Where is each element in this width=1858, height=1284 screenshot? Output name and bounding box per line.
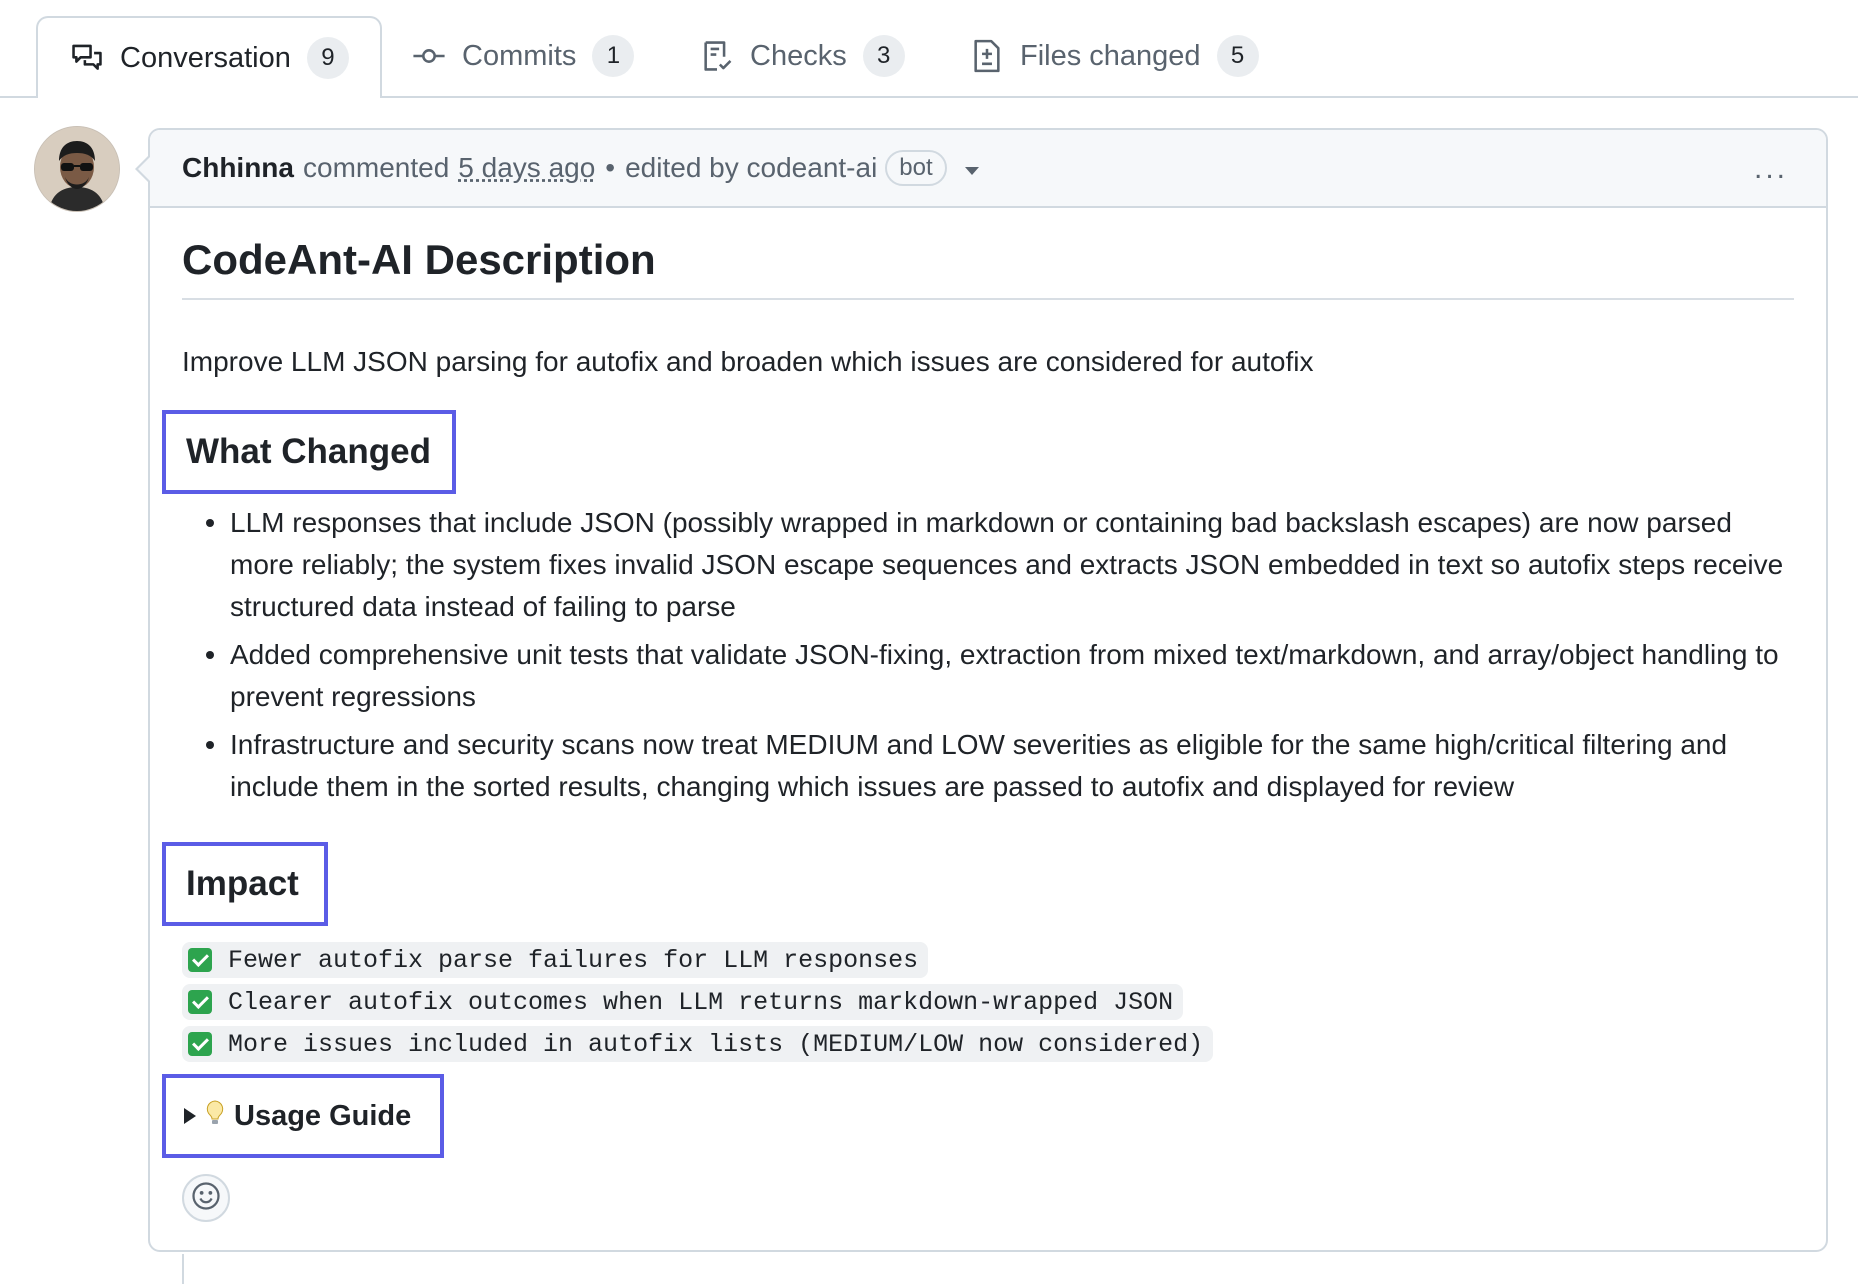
edit-history-dropdown[interactable] bbox=[964, 167, 979, 175]
check-mark-icon bbox=[188, 990, 212, 1014]
heading-text: What Changed bbox=[186, 432, 431, 471]
tab-label: Commits bbox=[462, 39, 577, 72]
comment-options-menu[interactable]: ... bbox=[1754, 152, 1788, 186]
tab-label: Checks bbox=[750, 39, 847, 72]
check-mark-icon bbox=[188, 1032, 212, 1056]
avatar[interactable] bbox=[34, 126, 120, 212]
pr-tab-bar: Conversation 9 Commits 1 Checks 3 Files … bbox=[0, 0, 1858, 98]
tab-label: Conversation bbox=[120, 41, 291, 74]
impact-item: Clearer autofix outcomes when LLM return… bbox=[182, 984, 1184, 1020]
bot-label: bot bbox=[885, 150, 947, 186]
impact-item: More issues included in autofix lists (M… bbox=[182, 1026, 1214, 1062]
impact-text: More issues included in autofix lists (M… bbox=[228, 1029, 1204, 1059]
tab-conversation[interactable]: Conversation 9 bbox=[36, 16, 382, 98]
list-item: LLM responses that include JSON (possibl… bbox=[182, 502, 1802, 628]
pr-comment: Chhinna commented 5 days ago • edited by… bbox=[135, 128, 1828, 1252]
add-reaction-button[interactable] bbox=[182, 1174, 230, 1222]
comment-action: commented bbox=[303, 152, 450, 183]
tab-counter: 5 bbox=[1216, 35, 1259, 77]
git-commit-icon bbox=[412, 39, 446, 73]
checklist-icon bbox=[700, 39, 734, 73]
edited-by[interactable]: edited by codeant-ai bbox=[625, 152, 877, 184]
comment-discussion-icon bbox=[70, 41, 104, 75]
description-title: CodeAnt-AI Description bbox=[182, 236, 1794, 300]
tab-files-changed[interactable]: Files changed 5 bbox=[970, 16, 1259, 96]
lightbulb-icon bbox=[206, 1099, 224, 1133]
impact-heading: Impact bbox=[162, 842, 328, 926]
what-changed-heading: What Changed bbox=[162, 410, 456, 494]
tab-counter: 9 bbox=[306, 37, 349, 79]
smiley-icon bbox=[191, 1181, 221, 1216]
tab-counter: 1 bbox=[592, 35, 635, 77]
usage-guide-label: Usage Guide bbox=[234, 1099, 412, 1132]
tab-checks[interactable]: Checks 3 bbox=[700, 16, 905, 96]
impact-text: Clearer autofix outcomes when LLM return… bbox=[228, 987, 1174, 1017]
file-diff-icon bbox=[970, 39, 1004, 73]
comment-timestamp[interactable]: 5 days ago bbox=[458, 152, 595, 184]
separator: • bbox=[605, 152, 616, 183]
impact-list: Fewer autofix parse failures for LLM res… bbox=[182, 942, 1214, 1068]
tab-commits[interactable]: Commits 1 bbox=[412, 16, 635, 96]
impact-item: Fewer autofix parse failures for LLM res… bbox=[182, 942, 929, 978]
list-item: Added comprehensive unit tests that vali… bbox=[182, 634, 1802, 718]
list-item: Infrastructure and security scans now tr… bbox=[182, 724, 1802, 808]
disclosure-triangle-icon bbox=[184, 1108, 196, 1124]
heading-text: Impact bbox=[186, 864, 299, 903]
comment-author[interactable]: Chhinna bbox=[182, 152, 294, 184]
timeline-line bbox=[182, 1254, 184, 1284]
changes-list: LLM responses that include JSON (possibl… bbox=[182, 502, 1802, 814]
comment-header: Chhinna commented 5 days ago • edited by… bbox=[150, 130, 1826, 208]
usage-guide-toggle[interactable]: Usage Guide bbox=[162, 1074, 444, 1158]
description-summary: Improve LLM JSON parsing for autofix and… bbox=[182, 346, 1314, 377]
tab-counter: 3 bbox=[862, 35, 905, 77]
impact-text: Fewer autofix parse failures for LLM res… bbox=[228, 945, 919, 975]
check-mark-icon bbox=[188, 948, 212, 972]
tab-label: Files changed bbox=[1020, 39, 1201, 72]
